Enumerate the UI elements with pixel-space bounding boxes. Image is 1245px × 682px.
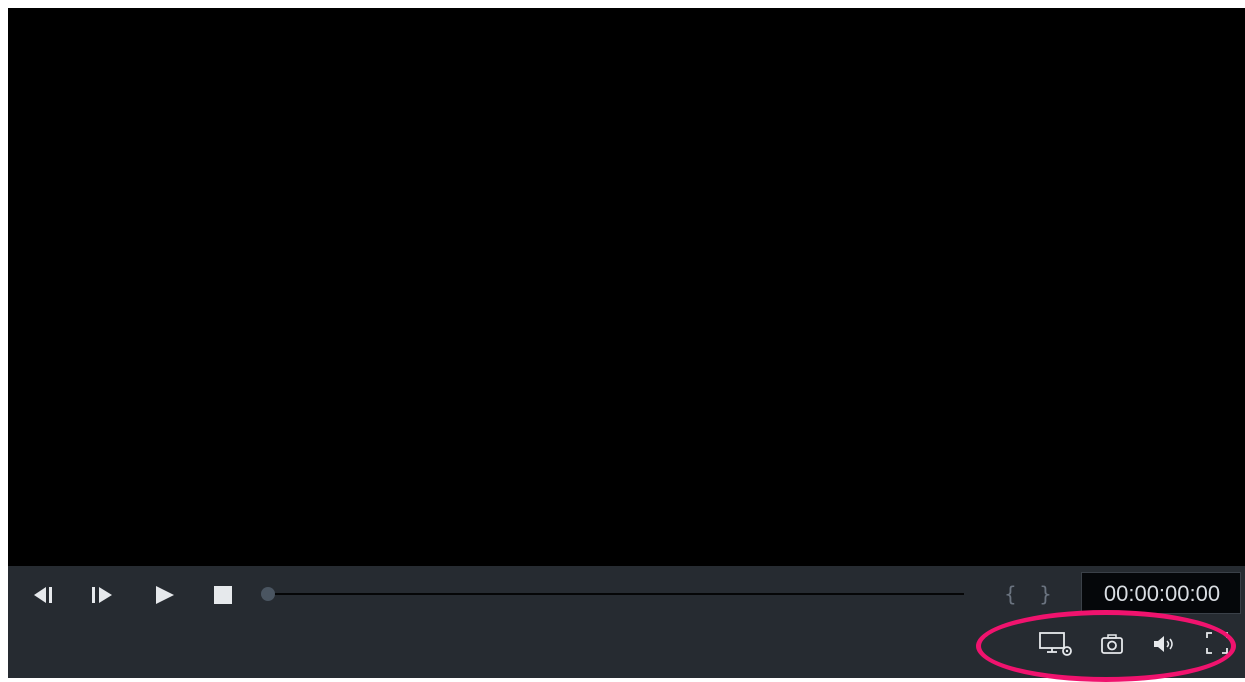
display-settings-icon [1039,632,1072,656]
step-forward-icon [92,587,112,603]
fullscreen-button[interactable] [1204,630,1230,656]
step-back-icon [34,587,52,603]
video-canvas[interactable] [8,8,1245,566]
stop-button[interactable] [212,584,234,606]
player-window: { } 00:00:00:00 [8,8,1245,678]
play-icon [156,586,174,604]
timecode-text: 00:00:00:00 [1103,581,1221,606]
step-back-button[interactable] [30,584,56,606]
play-button[interactable] [152,584,178,606]
volume-icon [1154,636,1173,652]
seek-handle[interactable] [261,587,275,601]
stop-icon [214,586,232,604]
camera-icon [1101,634,1123,654]
seek-bar[interactable] [268,593,964,595]
volume-button[interactable] [1152,632,1178,656]
mark-in-out-brackets[interactable]: { } [1004,582,1060,606]
fullscreen-icon [1206,632,1228,654]
display-settings-button[interactable] [1038,630,1074,658]
step-forward-button[interactable] [90,584,116,606]
timecode-display: 00:00:00:00 [1081,572,1241,614]
snapshot-button[interactable] [1100,632,1126,656]
